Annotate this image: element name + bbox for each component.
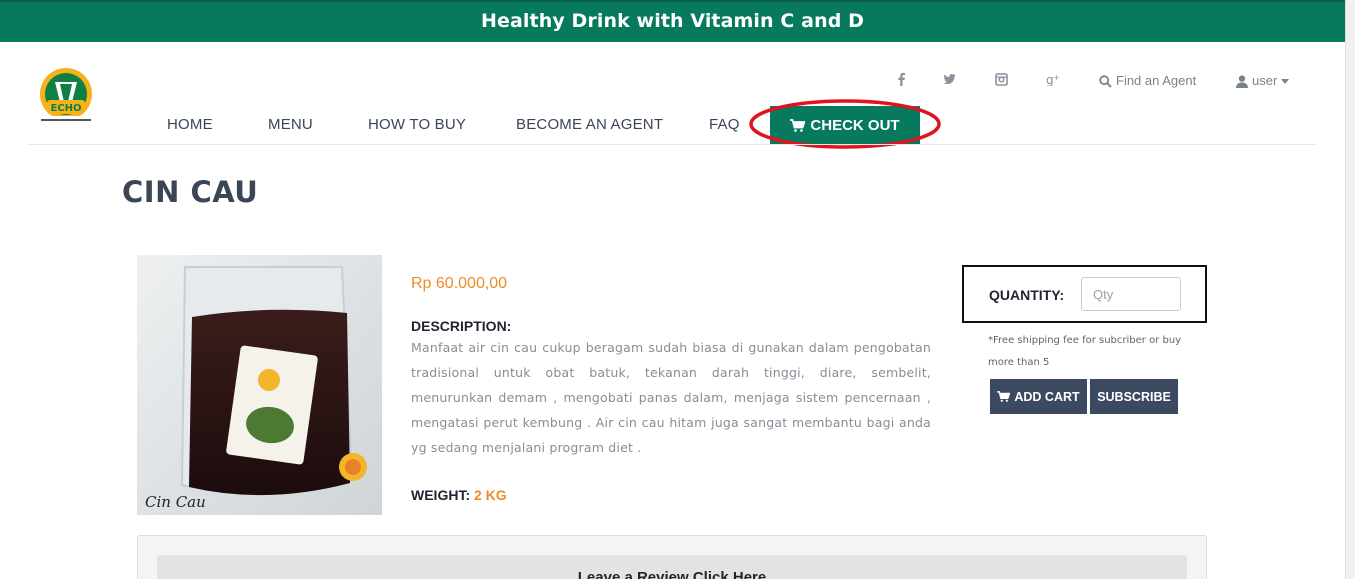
product-image: Cin Cau [137, 255, 382, 515]
search-icon [1099, 74, 1112, 88]
nav-home[interactable]: HOME [167, 116, 213, 134]
top-banner: Healthy Drink with Vitamin C and D [0, 0, 1345, 42]
weight: WEIGHT: 2 KG [411, 487, 507, 503]
nav-menu[interactable]: MENU [268, 116, 313, 134]
review-panel: Leave a Review Click Here [137, 535, 1207, 579]
add-cart-button[interactable]: ADD CART [990, 379, 1087, 414]
checkout-button[interactable]: CHECK OUT [770, 106, 920, 144]
shipping-note: *Free shipping fee for subcriber or buy … [988, 335, 1182, 368]
nav-faq[interactable]: FAQ [709, 116, 740, 134]
user-menu[interactable]: user [1236, 72, 1290, 90]
nav-become-an-agent[interactable]: BECOME AN AGENT [516, 116, 663, 134]
weight-value: 2 KG [474, 487, 507, 503]
svg-text:+: + [1053, 73, 1060, 82]
banner-text: Healthy Drink with Vitamin C and D [481, 10, 864, 32]
window-scrollbar[interactable] [1345, 0, 1355, 579]
checkout-label: CHECK OUT [810, 116, 900, 134]
svg-text:ECHO: ECHO [50, 103, 81, 114]
cart-icon [790, 118, 806, 132]
cart-icon [997, 391, 1011, 402]
google-plus-icon[interactable]: g + [1046, 72, 1060, 90]
weight-label: WEIGHT: [411, 487, 471, 503]
user-label: user [1252, 73, 1278, 88]
leave-review-button[interactable]: Leave a Review Click Here [157, 555, 1187, 579]
page-title: CIN CAU [122, 175, 259, 209]
quantity-panel: QUANTITY: [962, 265, 1207, 323]
quantity-input[interactable] [1081, 277, 1181, 311]
product-price: Rp 60.000,00 [411, 275, 508, 292]
nav-how-to-buy[interactable]: HOW TO BUY [368, 116, 466, 134]
instagram-icon[interactable] [995, 72, 1008, 90]
nav-divider [28, 144, 1316, 145]
add-cart-label: ADD CART [1014, 389, 1080, 404]
image-caption: Cin Cau [145, 493, 206, 511]
description-text: Manfaat air cin cau cukup beragam sudah … [411, 340, 931, 455]
subscribe-label: SUBSCRIBE [1097, 389, 1171, 404]
facebook-icon[interactable] [896, 72, 906, 90]
find-agent-link[interactable]: Find an Agent [1099, 72, 1196, 90]
twitter-icon[interactable] [943, 72, 956, 90]
caret-down-icon [1281, 78, 1290, 84]
description-label: DESCRIPTION: [411, 318, 512, 334]
find-agent-label: Find an Agent [1116, 73, 1197, 88]
subscribe-button[interactable]: SUBSCRIBE [1090, 379, 1178, 414]
site-logo[interactable]: ECHO [31, 64, 102, 132]
user-icon [1236, 74, 1248, 88]
quantity-label: QUANTITY: [989, 287, 1065, 303]
